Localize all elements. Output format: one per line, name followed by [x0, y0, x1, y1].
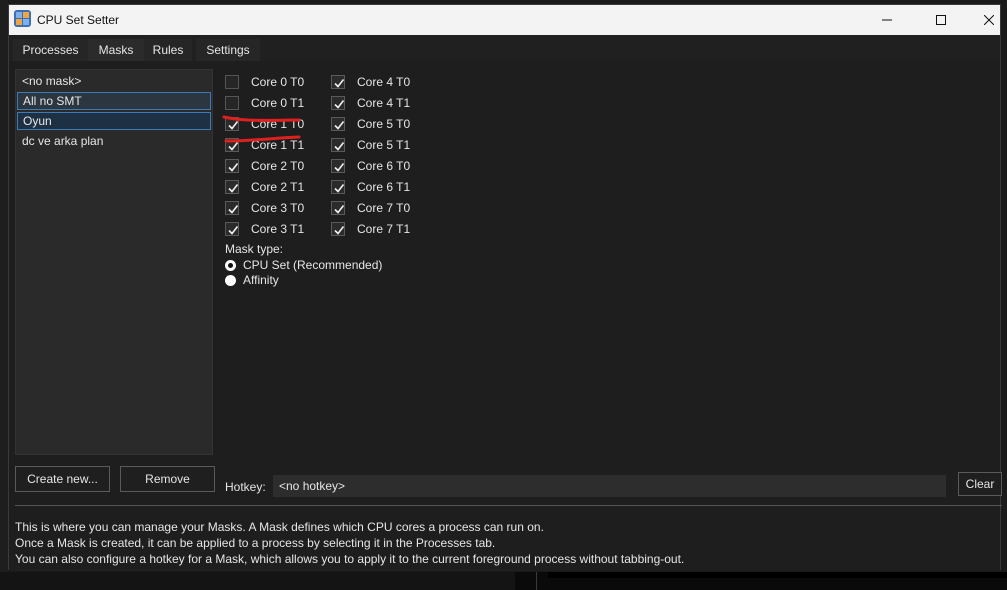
- core-checkbox-row[interactable]: Core 3 T1: [225, 221, 304, 237]
- checkbox-checked-icon[interactable]: [331, 75, 345, 89]
- hotkey-input[interactable]: <no hotkey>: [273, 475, 946, 497]
- maximize-icon: [936, 15, 946, 25]
- title-bar[interactable]: CPU Set Setter: [9, 5, 1000, 35]
- core-checkbox-row[interactable]: Core 2 T1: [225, 179, 304, 195]
- core-checkbox-row[interactable]: Core 4 T1: [331, 95, 410, 111]
- minimize-button[interactable]: [864, 5, 910, 35]
- radio-cpu-set-label: CPU Set (Recommended): [243, 258, 383, 272]
- core-label: Core 5 T0: [357, 117, 411, 131]
- core-checkbox-row[interactable]: Core 7 T0: [331, 200, 410, 216]
- maximize-button[interactable]: [918, 5, 964, 35]
- core-label: Core 4 T1: [357, 96, 411, 110]
- core-checkbox-row[interactable]: Core 6 T1: [331, 179, 410, 195]
- close-button[interactable]: [966, 5, 1007, 35]
- core-checkbox-row[interactable]: Core 5 T1: [331, 137, 410, 153]
- radio-selected-icon[interactable]: [225, 259, 236, 271]
- checkbox-checked-icon[interactable]: [225, 138, 239, 152]
- tab-processes[interactable]: Processes: [13, 39, 88, 61]
- checkbox-unchecked-icon[interactable]: [225, 75, 239, 89]
- checkbox-checked-icon[interactable]: [225, 201, 239, 215]
- checkbox-checked-icon[interactable]: [225, 159, 239, 173]
- core-label: Core 3 T1: [251, 222, 305, 236]
- checkbox-checked-icon[interactable]: [331, 117, 345, 131]
- mask-item-no-mask[interactable]: <no mask>: [17, 72, 211, 90]
- core-checkbox-row[interactable]: Core 7 T1: [331, 221, 410, 237]
- tab-settings[interactable]: Settings: [196, 39, 260, 61]
- tab-rules[interactable]: Rules: [144, 39, 192, 61]
- checkbox-unchecked-icon[interactable]: [225, 96, 239, 110]
- core-label: Core 1 T0: [251, 117, 305, 131]
- mask-item-all-no-smt[interactable]: All no SMT: [17, 92, 211, 110]
- desktop-background: [0, 0, 8, 590]
- mask-list[interactable]: <no mask> All no SMT Oyun dc ve arka pla…: [15, 69, 213, 455]
- masks-tab-content: <no mask> All no SMT Oyun dc ve arka pla…: [9, 61, 1002, 571]
- app-window: CPU Set Setter Processes Masks Rules Set…: [8, 4, 1002, 571]
- core-checkbox-row[interactable]: Core 0 T1: [225, 95, 304, 111]
- core-label: Core 2 T0: [251, 159, 305, 173]
- checkbox-checked-icon[interactable]: [331, 180, 345, 194]
- mask-item-dc-ve-arka-plan[interactable]: dc ve arka plan: [17, 132, 211, 150]
- taskbar-area: [0, 572, 1007, 590]
- core-checkbox-row[interactable]: Core 6 T0: [331, 158, 410, 174]
- radio-unselected-icon[interactable]: [225, 274, 236, 286]
- core-checkbox-row[interactable]: Core 3 T0: [225, 200, 304, 216]
- core-label: Core 1 T1: [251, 138, 305, 152]
- core-checkbox-row[interactable]: Core 4 T0: [331, 74, 410, 90]
- minimize-icon: [882, 19, 892, 21]
- checkbox-checked-icon[interactable]: [331, 222, 345, 236]
- help-text: This is where you can manage your Masks.…: [15, 519, 684, 567]
- core-checkbox-row[interactable]: Core 5 T0: [331, 116, 410, 132]
- checkbox-checked-icon[interactable]: [331, 201, 345, 215]
- mask-item-oyun[interactable]: Oyun: [17, 112, 211, 130]
- core-label: Core 7 T0: [357, 201, 411, 215]
- divider: [15, 505, 1002, 506]
- core-checkbox-row[interactable]: Core 1 T0: [225, 116, 304, 132]
- core-checkbox-row[interactable]: Core 1 T1: [225, 137, 304, 153]
- core-label: Core 6 T1: [357, 180, 411, 194]
- core-checkbox-row[interactable]: Core 0 T0: [225, 74, 304, 90]
- checkbox-checked-icon[interactable]: [225, 117, 239, 131]
- core-checkbox-row[interactable]: Core 2 T0: [225, 158, 304, 174]
- checkbox-checked-icon[interactable]: [331, 96, 345, 110]
- checkbox-checked-icon[interactable]: [225, 180, 239, 194]
- remove-button[interactable]: Remove: [120, 466, 215, 492]
- tab-masks[interactable]: Masks: [88, 39, 144, 61]
- core-label: Core 4 T0: [357, 75, 411, 89]
- core-label: Core 3 T0: [251, 201, 305, 215]
- core-label: Core 0 T0: [251, 75, 305, 89]
- core-label: Core 6 T0: [357, 159, 411, 173]
- clear-hotkey-button[interactable]: Clear: [958, 472, 1002, 496]
- create-new-button[interactable]: Create new...: [15, 466, 110, 492]
- checkbox-checked-icon[interactable]: [331, 159, 345, 173]
- checkbox-checked-icon[interactable]: [331, 138, 345, 152]
- radio-cpu-set[interactable]: CPU Set (Recommended): [225, 258, 382, 272]
- core-label: Core 7 T1: [357, 222, 411, 236]
- help-line-2: Once a Mask is created, it can be applie…: [15, 536, 496, 550]
- radio-affinity-label: Affinity: [243, 273, 279, 287]
- core-label: Core 5 T1: [357, 138, 411, 152]
- app-icon: [14, 10, 31, 27]
- hotkey-label: Hotkey:: [225, 480, 266, 494]
- help-line-1: This is where you can manage your Masks.…: [15, 520, 544, 534]
- checkbox-checked-icon[interactable]: [225, 222, 239, 236]
- core-label: Core 2 T1: [251, 180, 305, 194]
- radio-affinity[interactable]: Affinity: [225, 273, 279, 287]
- help-line-3: You can also configure a hotkey for a Ma…: [15, 552, 685, 566]
- window-title: CPU Set Setter: [37, 13, 120, 27]
- core-label: Core 0 T1: [251, 96, 305, 110]
- close-icon: [984, 15, 994, 25]
- mask-type-label: Mask type:: [225, 242, 284, 256]
